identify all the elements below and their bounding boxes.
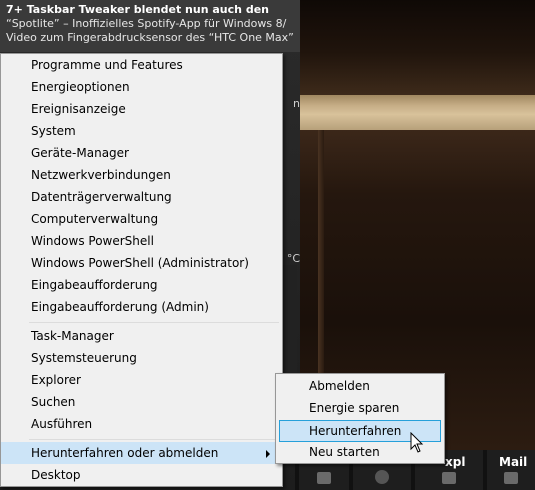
menu-item-suchen[interactable]: Suchen	[1, 391, 282, 413]
menu-item-label: Eingabeaufforderung (Admin)	[31, 300, 209, 314]
mail-tile-label: Mail	[499, 455, 528, 469]
menu-item-system[interactable]: System	[1, 120, 282, 142]
side-text-fragment: °C	[286, 252, 300, 265]
wallpaper-wood-band	[300, 95, 535, 130]
menu-separator	[29, 322, 279, 323]
menu-item-windows-powershell[interactable]: Windows PowerShell	[1, 230, 282, 252]
menu-item-energieoptionen[interactable]: Energieoptionen	[1, 76, 282, 98]
news-headline: 7+ Taskbar Tweaker blendet nun auch den	[6, 3, 269, 16]
menu-item-label: Explorer	[31, 373, 81, 387]
menu-item-label: Energieoptionen	[31, 80, 130, 94]
menu-item-label: System	[31, 124, 76, 138]
menu-item-netzwerkverbindungen[interactable]: Netzwerkverbindungen	[1, 164, 282, 186]
menu-item-ausfuehren[interactable]: Ausführen	[1, 413, 282, 435]
menu-item-windows-powershell-admin[interactable]: Windows PowerShell (Administrator)	[1, 252, 282, 274]
winx-context-menu: Programme und Features Energieoptionen E…	[0, 53, 283, 487]
menu-separator	[29, 439, 279, 440]
menu-item-label: Datenträgerverwaltung	[31, 190, 172, 204]
menu-item-eingabeaufforderung[interactable]: Eingabeaufforderung	[1, 274, 282, 296]
menu-item-label: Programme und Features	[31, 58, 183, 72]
wallpaper-top	[300, 0, 535, 95]
menu-item-label: Systemsteuerung	[31, 351, 137, 365]
submenu-item-abmelden[interactable]: Abmelden	[279, 376, 441, 398]
menu-item-geraete-manager[interactable]: Geräte-Manager	[1, 142, 282, 164]
menu-item-explorer[interactable]: Explorer	[1, 369, 282, 391]
folder-icon	[442, 472, 456, 484]
menu-item-label: Task-Manager	[31, 329, 114, 343]
menu-item-ereignisanzeige[interactable]: Ereignisanzeige	[1, 98, 282, 120]
app-icon	[375, 470, 389, 484]
menu-item-label: Windows PowerShell (Administrator)	[31, 256, 249, 270]
menu-item-task-manager[interactable]: Task-Manager	[1, 325, 282, 347]
menu-item-programme-und-features[interactable]: Programme und Features	[1, 54, 282, 76]
mouse-cursor-icon	[410, 432, 424, 453]
menu-item-herunterfahren-oder-abmelden[interactable]: Herunterfahren oder abmelden	[1, 442, 282, 464]
menu-item-label: Ausführen	[31, 417, 93, 431]
taskbar-tile-mail[interactable]: Mail	[487, 450, 535, 490]
menu-item-label: Suchen	[31, 395, 76, 409]
explorer-tile-label: xpl	[445, 455, 466, 469]
menu-item-systemsteuerung[interactable]: Systemsteuerung	[1, 347, 282, 369]
menu-item-label: Eingabeaufforderung	[31, 278, 158, 292]
app-icon	[317, 472, 331, 484]
mail-icon	[504, 472, 518, 484]
submenu-item-label: Neu starten	[309, 445, 380, 459]
menu-item-eingabeaufforderung-admin[interactable]: Eingabeaufforderung (Admin)	[1, 296, 282, 318]
side-text-fragment: n	[293, 97, 300, 110]
news-line: Video zum Fingerabdrucksensor des “HTC O…	[6, 31, 294, 44]
submenu-item-label: Abmelden	[309, 379, 370, 393]
menu-item-datentraegerverwaltung[interactable]: Datenträgerverwaltung	[1, 186, 282, 208]
submenu-item-energie-sparen[interactable]: Energie sparen	[279, 398, 441, 420]
submenu-item-label: Energie sparen	[309, 401, 400, 415]
news-line: “Spotlite” – Inoffizielles Spotify-App f…	[6, 17, 287, 30]
menu-item-label: Herunterfahren oder abmelden	[31, 446, 219, 460]
menu-item-label: Computerverwaltung	[31, 212, 159, 226]
news-tile[interactable]: 7+ Taskbar Tweaker blendet nun auch den …	[0, 0, 300, 52]
menu-item-label: Ereignisanzeige	[31, 102, 126, 116]
menu-item-label: Windows PowerShell	[31, 234, 154, 248]
submenu-arrow-icon	[266, 450, 270, 458]
menu-item-label: Geräte-Manager	[31, 146, 129, 160]
submenu-item-label: Herunterfahren	[309, 424, 402, 438]
menu-item-desktop[interactable]: Desktop	[1, 464, 282, 486]
menu-item-label: Desktop	[31, 468, 81, 482]
menu-item-label: Netzwerkverbindungen	[31, 168, 171, 182]
menu-item-computerverwaltung[interactable]: Computerverwaltung	[1, 208, 282, 230]
